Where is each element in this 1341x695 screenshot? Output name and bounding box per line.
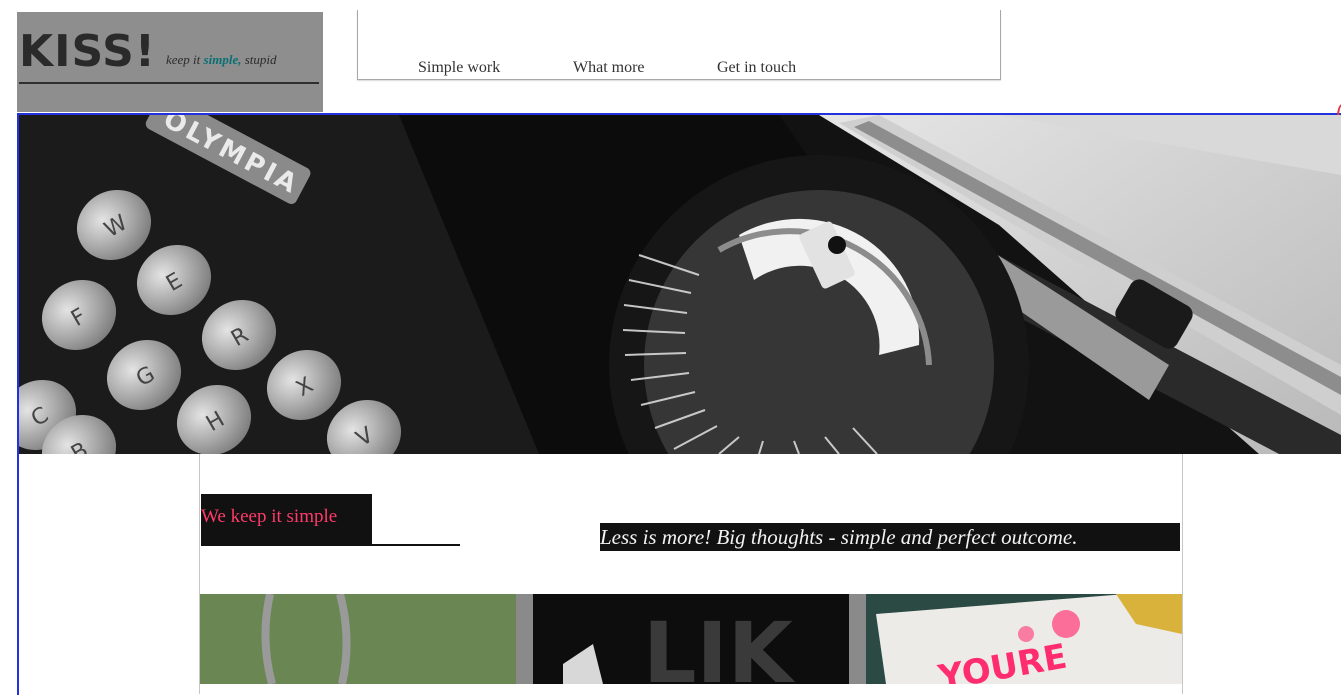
thumbnail-green-image bbox=[200, 594, 516, 684]
thumbnail-dark[interactable]: LIK bbox=[533, 594, 849, 684]
thumbnail-divider bbox=[516, 594, 533, 684]
typewriter-illustration: OLYMPIA W E R F G H X C V B bbox=[19, 115, 1341, 454]
thumbnail-dark-text: LIK bbox=[643, 604, 796, 684]
tagline-suffix: stupid bbox=[241, 52, 277, 67]
thumbnail-pink-image: YOURE bbox=[866, 594, 1182, 684]
nav-item-get-in-touch[interactable]: Get in touch bbox=[717, 59, 796, 77]
nav-item-what-more[interactable]: What more bbox=[573, 59, 645, 77]
site-tagline: keep it simple, stupid bbox=[166, 52, 277, 68]
hero-typewriter-image: OLYMPIA W E R F G H X C V B bbox=[19, 115, 1341, 454]
tagline-accent: simple, bbox=[203, 52, 242, 67]
section-headline: We keep it simple bbox=[201, 506, 338, 527]
logo-block: KISS! keep it simple, stupid bbox=[17, 12, 323, 112]
slogan-banner: Less is more! Big thoughts - simple and … bbox=[600, 523, 1180, 551]
thumbnail-green[interactable] bbox=[200, 594, 516, 684]
tagline-prefix: keep it bbox=[166, 52, 204, 67]
thumbnail-pink[interactable]: YOURE bbox=[866, 594, 1182, 684]
site-logo[interactable]: KISS! bbox=[19, 26, 156, 78]
logo-underline bbox=[19, 82, 319, 84]
nav-item-simple-work[interactable]: Simple work bbox=[418, 59, 500, 77]
thumbnail-dark-image: LIK bbox=[533, 594, 849, 684]
main-navigation: Simple work What more Get in touch bbox=[357, 10, 1001, 80]
thumbnail-divider bbox=[849, 594, 866, 684]
headline-underline bbox=[201, 544, 460, 546]
